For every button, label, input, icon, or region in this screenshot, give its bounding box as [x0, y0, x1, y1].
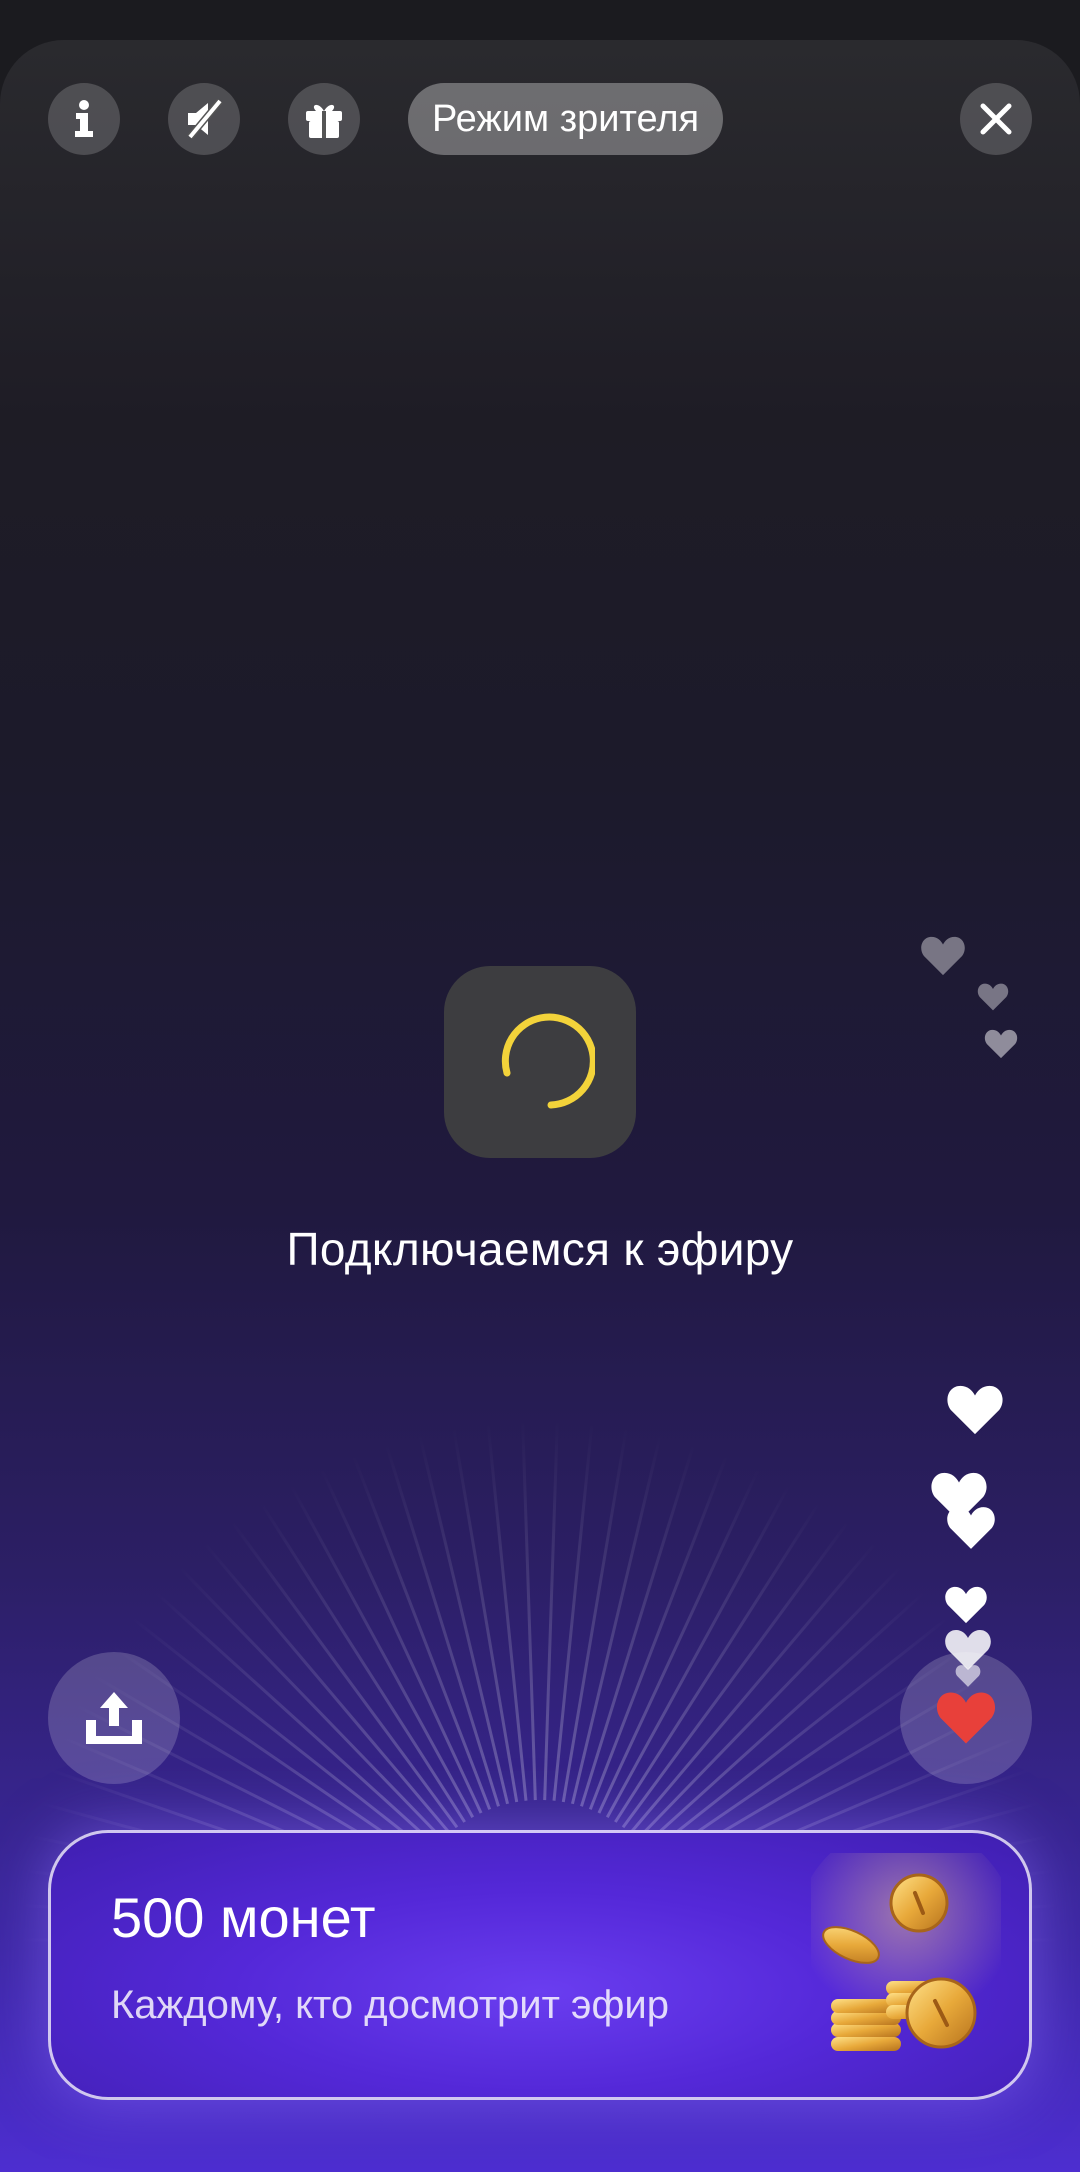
loading-spinner [444, 966, 636, 1158]
floating-heart-icon [947, 1385, 1003, 1435]
share-button[interactable] [48, 1652, 180, 1784]
share-icon [86, 1692, 142, 1744]
connection-status-text: Подключаемся к эфиру [286, 1223, 794, 1275]
floating-heart-icon [921, 936, 965, 976]
floating-heart-icon [977, 983, 1009, 1011]
floating-heart-icon [945, 1586, 987, 1624]
floating-heart-icon [947, 1507, 995, 1549]
info-button[interactable] [48, 83, 120, 155]
promo-subtitle: Каждому, кто досмотрит эфир [111, 1983, 669, 2027]
spinner-icon [501, 1013, 595, 1109]
status-bar [0, 0, 1080, 40]
viewer-mode-badge[interactable]: Режим зрителя [408, 83, 724, 155]
gift-icon [306, 104, 342, 138]
info-icon [75, 100, 93, 137]
close-icon [980, 103, 1012, 135]
gift-button[interactable] [288, 83, 360, 155]
floating-heart-icon [984, 1029, 1018, 1059]
heart-icon [936, 1692, 996, 1744]
like-button[interactable] [900, 1652, 1032, 1784]
live-stream-sheet: Режим зрителя Подключаемся к эфиру 500 м… [0, 40, 1080, 2172]
promo-title: 500 монет [111, 1886, 376, 1949]
sound-muted-icon [187, 98, 223, 140]
sound-button[interactable] [168, 83, 240, 155]
coins-icon [811, 1853, 1001, 2051]
coins-promo-banner[interactable]: 500 монет Каждому, кто досмотрит эфир [48, 1830, 1032, 2100]
close-button[interactable] [960, 83, 1032, 155]
